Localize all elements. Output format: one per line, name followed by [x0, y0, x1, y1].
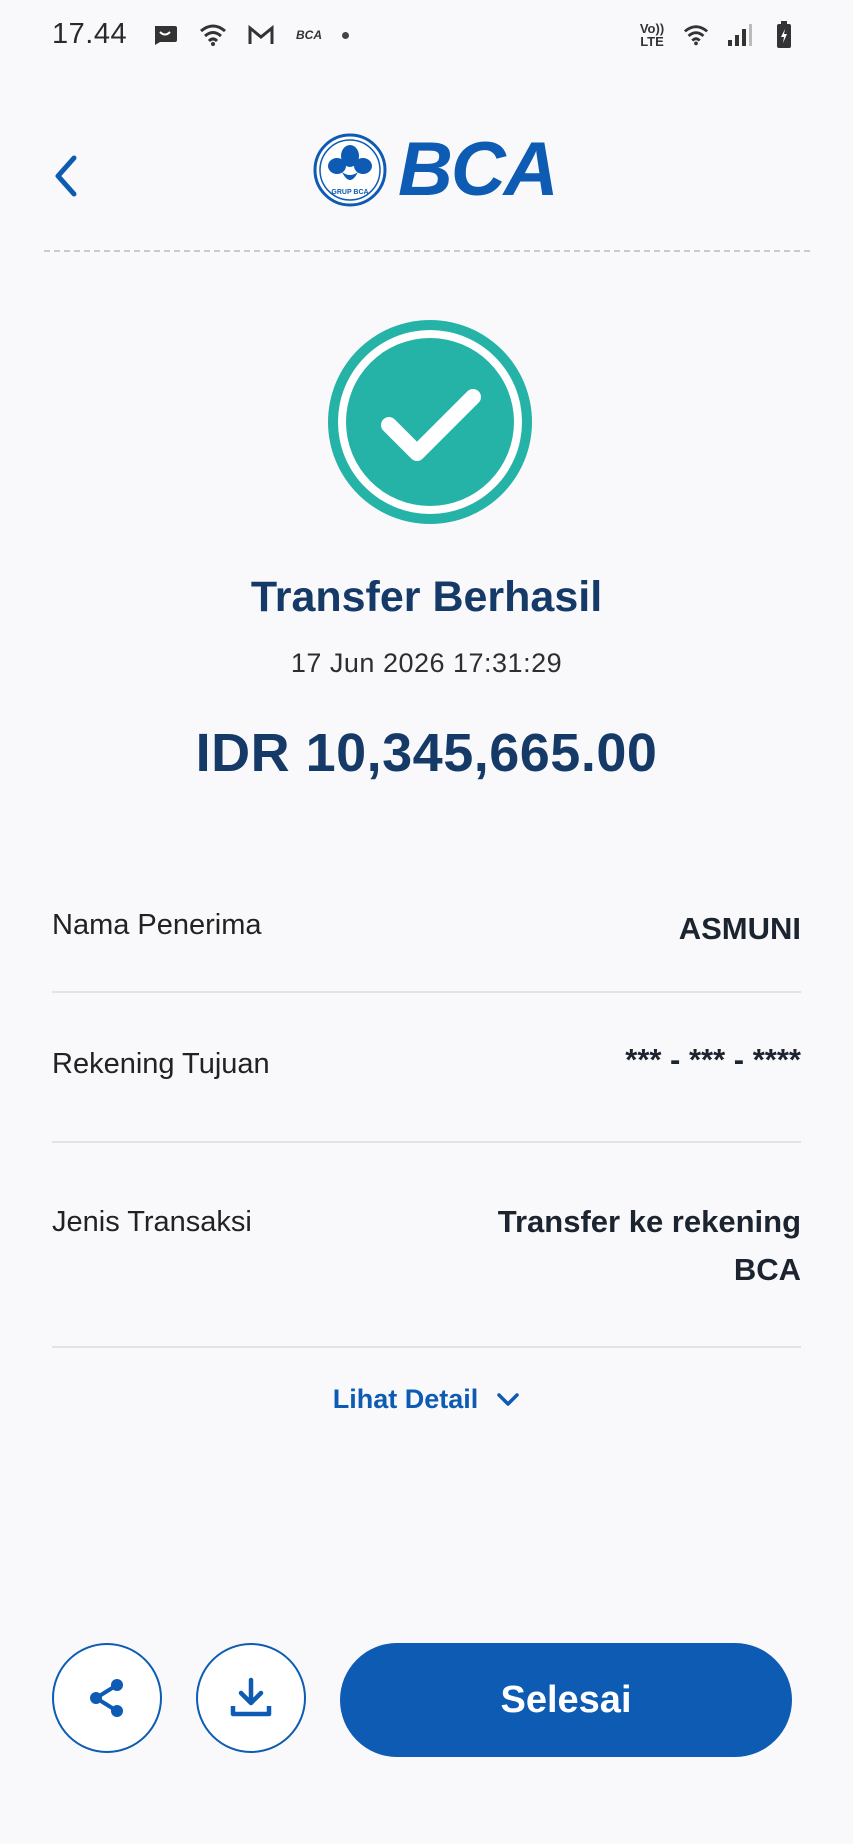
share-icon [90, 1679, 123, 1717]
dot-icon [342, 31, 349, 39]
bca-emblem-icon: GRUP BCA [313, 133, 387, 207]
status-time: 17.44 [52, 18, 128, 50]
detail-value: Transfer ke rekening BCA [498, 1198, 801, 1294]
row-divider [52, 1141, 801, 1143]
detail-row-recipient: Nama Penerima ASMUNI [52, 905, 801, 955]
detail-label: Jenis Transaksi [52, 1206, 252, 1238]
detail-value: ASMUNI [678, 911, 801, 946]
svg-text:GRUP BCA: GRUP BCA [331, 189, 368, 196]
share-button[interactable] [52, 1643, 162, 1753]
status-bar: 17.44 BCA Vo)) LTE [0, 0, 853, 76]
bca-logo: GRUP BCA BCA [312, 127, 559, 212]
row-divider [52, 991, 801, 993]
status-left-icons: BCA [150, 20, 349, 50]
success-check-icon [325, 317, 535, 527]
volte-icon: Vo)) LTE [639, 21, 665, 49]
signal-icon [725, 20, 755, 50]
row-divider [52, 1346, 801, 1348]
chevron-left-icon [55, 155, 77, 197]
detail-label: Rekening Tujuan [52, 1048, 270, 1080]
detail-value-line: Transfer ke rekening [497, 1204, 801, 1239]
header: GRUP BCA BCA [0, 110, 853, 230]
detail-label: Nama Penerima [52, 909, 262, 941]
back-button[interactable] [40, 146, 90, 206]
logo-text: BCA [398, 127, 559, 212]
result-title: Transfer Berhasil [250, 573, 603, 621]
done-button[interactable]: Selesai [340, 1643, 792, 1757]
transaction-amount: IDR 10,345,665.00 [195, 723, 658, 783]
notification-app-icon [150, 20, 180, 50]
detail-value-line: BCA [733, 1252, 801, 1287]
header-divider [44, 250, 810, 252]
battery-icon [769, 20, 799, 50]
view-detail-link[interactable]: Lihat Detail [0, 1384, 853, 1415]
detail-row-account: Rekening Tujuan *** - *** - **** [52, 1042, 801, 1094]
gmail-icon [246, 20, 276, 50]
detail-value: *** - *** - **** [625, 1042, 801, 1077]
wifi-icon [681, 20, 711, 50]
download-icon [230, 1677, 272, 1717]
view-detail-label: Lihat Detail [332, 1384, 479, 1414]
wifi-icon [198, 20, 228, 50]
status-right-icons: Vo)) LTE [637, 20, 799, 50]
chevron-down-icon [497, 1392, 520, 1406]
bca-mobile-icon: BCA [296, 27, 322, 42]
download-button[interactable] [196, 1643, 306, 1753]
transaction-datetime: 17 Jun 2026 17:31:29 [290, 648, 563, 678]
detail-row-transaction-type: Jenis Transaksi Transfer ke rekening BCA [52, 1198, 801, 1298]
